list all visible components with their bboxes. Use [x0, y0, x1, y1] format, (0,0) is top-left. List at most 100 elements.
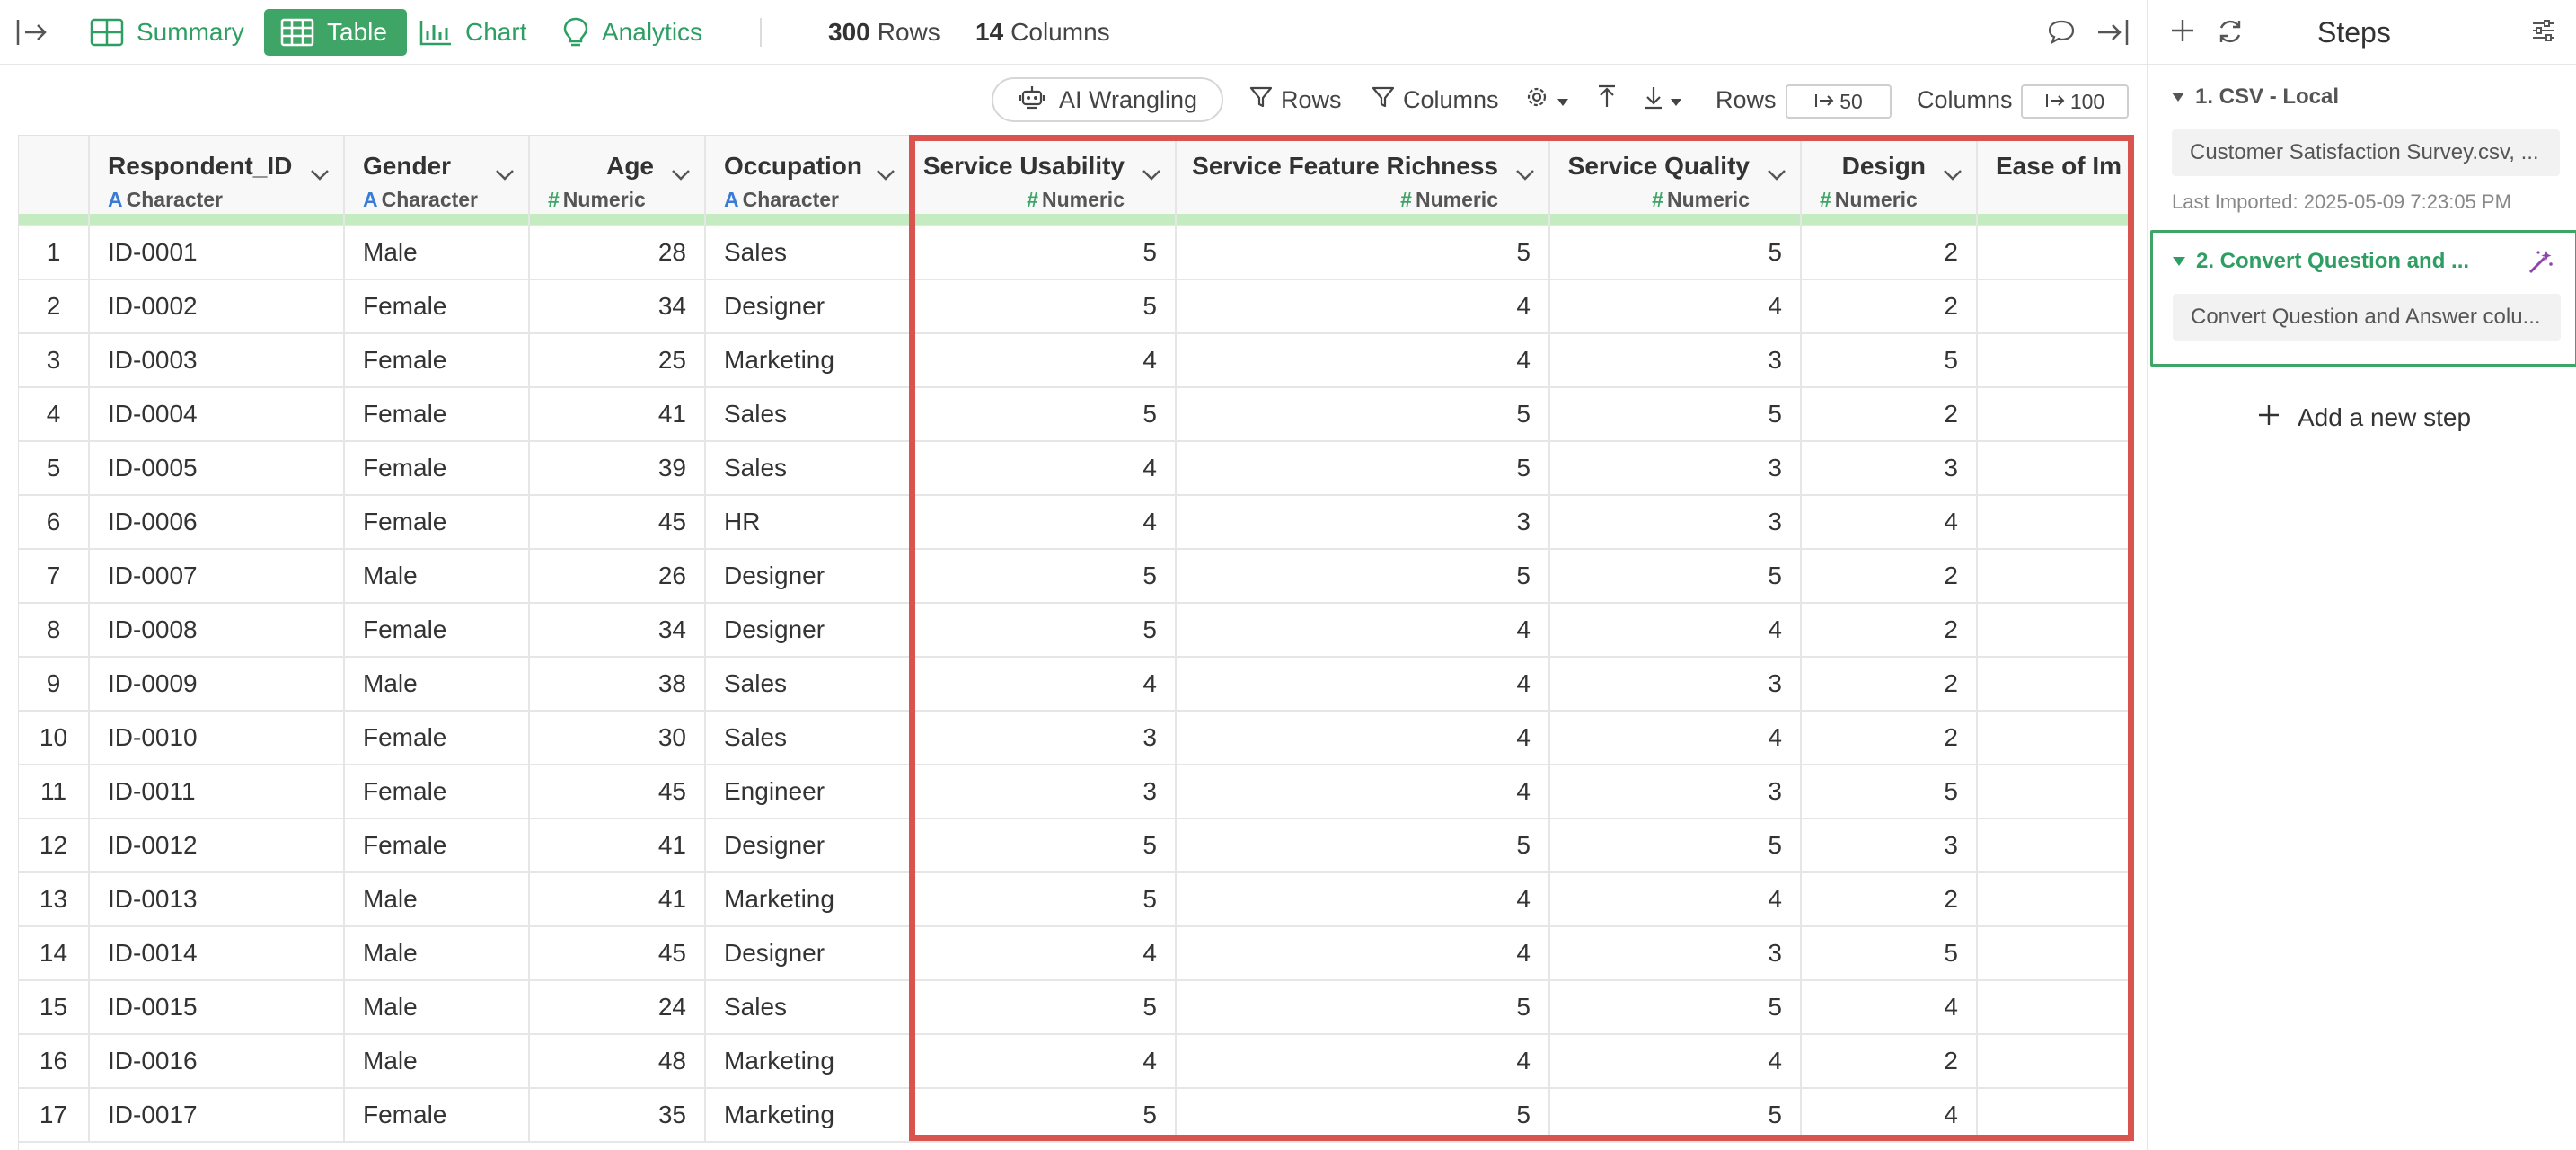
table-cell[interactable]: 2	[1801, 657, 1978, 712]
table-cell[interactable]: 28	[529, 226, 706, 280]
table-cell[interactable]: 45	[529, 765, 706, 819]
step-1-detail[interactable]: Customer Satisfaction Survey.csv, ...	[2172, 129, 2560, 176]
table-cell[interactable]: 4	[1176, 711, 1550, 765]
table-cell[interactable]: 5	[1176, 441, 1550, 496]
table-cell[interactable]: 3	[1549, 441, 1802, 496]
table-cell[interactable]: 3	[910, 765, 1177, 819]
table-cell-empty[interactable]	[1977, 872, 2130, 927]
table-cell[interactable]: 4	[1549, 603, 1802, 658]
table-cell[interactable]: Sales	[705, 657, 911, 712]
column-header-ease-of-im[interactable]: Ease of Im	[1977, 136, 2130, 226]
table-cell[interactable]: 30	[529, 711, 706, 765]
table-cell[interactable]: 34	[529, 279, 706, 334]
table-cell[interactable]: 2	[1801, 387, 1978, 442]
table-cell[interactable]: 5	[910, 549, 1177, 604]
table-cell[interactable]: Engineer	[705, 765, 911, 819]
table-cell[interactable]: ID-0006	[89, 495, 345, 550]
table-cell[interactable]: 5	[1549, 387, 1802, 442]
table-cell[interactable]: 5	[910, 387, 1177, 442]
table-cell[interactable]: 5	[1549, 818, 1802, 873]
collapse-left-icon[interactable]	[14, 0, 50, 65]
table-cell[interactable]: ID-0017	[89, 1088, 345, 1143]
rows-limit-input[interactable]: 50	[1786, 84, 1892, 119]
table-cell[interactable]: 5	[1801, 926, 1978, 981]
table-cell[interactable]: ID-0001	[89, 226, 345, 280]
table-cell[interactable]: Marketing	[705, 1034, 911, 1089]
add-step-button[interactable]: Add a new step	[2256, 395, 2471, 440]
table-row[interactable]: 1 ID-0001 Male 28 Sales 5 5 5 2	[19, 226, 2130, 280]
column-header-age[interactable]: Age # Numeric	[529, 136, 706, 226]
table-row[interactable]: 5 ID-0005 Female 39 Sales 4 5 3 3	[19, 441, 2130, 496]
table-cell[interactable]: 5	[910, 279, 1177, 334]
table-cell[interactable]: 5	[1801, 333, 1978, 388]
table-row[interactable]: 15 ID-0015 Male 24 Sales 5 5 5 4	[19, 980, 2130, 1035]
table-cell[interactable]: 4	[1176, 333, 1550, 388]
table-cell[interactable]: Female	[344, 603, 530, 658]
chevron-down-icon[interactable]	[309, 159, 331, 188]
table-cell[interactable]: 4	[910, 926, 1177, 981]
plus-icon[interactable]	[2168, 16, 2197, 49]
table-cell[interactable]: Designer	[705, 926, 911, 981]
table-cell[interactable]: 5	[1176, 387, 1550, 442]
table-cell[interactable]: Sales	[705, 711, 911, 765]
table-cell[interactable]: 5	[1549, 226, 1802, 280]
table-cell[interactable]: 34	[529, 603, 706, 658]
table-cell[interactable]: 5	[1549, 1088, 1802, 1143]
table-cell[interactable]: 3	[1549, 333, 1802, 388]
table-cell[interactable]: Female	[344, 711, 530, 765]
tab-table[interactable]: Table	[264, 9, 407, 56]
table-cell[interactable]: Female	[344, 495, 530, 550]
columns-limit-input[interactable]: 100	[2021, 84, 2129, 119]
table-cell-empty[interactable]	[1977, 980, 2130, 1035]
table-cell-empty[interactable]	[1977, 441, 2130, 496]
table-cell[interactable]: Marketing	[705, 1088, 911, 1143]
download-button[interactable]	[1642, 77, 1683, 122]
table-cell[interactable]: Marketing	[705, 872, 911, 927]
table-cell[interactable]: 41	[529, 387, 706, 442]
chevron-down-icon[interactable]	[494, 159, 516, 188]
table-cell[interactable]: 5	[910, 980, 1177, 1035]
table-cell[interactable]: ID-0014	[89, 926, 345, 981]
rows-filter-button[interactable]: Rows	[1248, 77, 1342, 122]
tab-summary[interactable]: Summary	[90, 0, 244, 65]
table-row[interactable]: 2 ID-0002 Female 34 Designer 5 4 4 2	[19, 279, 2130, 334]
table-cell[interactable]: 5	[1176, 226, 1550, 280]
table-cell[interactable]: Sales	[705, 980, 911, 1035]
table-row[interactable]: 3 ID-0003 Female 25 Marketing 4 4 3 5	[19, 333, 2130, 388]
table-cell[interactable]: 4	[1176, 657, 1550, 712]
table-cell[interactable]: Male	[344, 657, 530, 712]
table-cell[interactable]: Male	[344, 872, 530, 927]
table-cell[interactable]: Male	[344, 549, 530, 604]
table-cell[interactable]: 4	[910, 1034, 1177, 1089]
table-cell[interactable]: 38	[529, 657, 706, 712]
table-cell-empty[interactable]	[1977, 387, 2130, 442]
table-cell[interactable]: ID-0012	[89, 818, 345, 873]
table-cell[interactable]: ID-0010	[89, 711, 345, 765]
chevron-down-icon[interactable]	[670, 159, 692, 188]
table-cell[interactable]: ID-0002	[89, 279, 345, 334]
table-row[interactable]: 13 ID-0013 Male 41 Marketing 5 4 4 2	[19, 872, 2130, 927]
table-cell[interactable]: 2	[1801, 279, 1978, 334]
table-cell[interactable]: ID-0016	[89, 1034, 345, 1089]
table-cell[interactable]: Male	[344, 1034, 530, 1089]
table-cell[interactable]: ID-0008	[89, 603, 345, 658]
table-cell[interactable]: 4	[910, 441, 1177, 496]
table-cell[interactable]: 4	[1549, 872, 1802, 927]
table-row[interactable]: 9 ID-0009 Male 38 Sales 4 4 3 2	[19, 657, 2130, 712]
table-cell[interactable]: Designer	[705, 549, 911, 604]
table-cell-empty[interactable]	[1977, 333, 2130, 388]
table-row[interactable]: 6 ID-0006 Female 45 HR 4 3 3 4	[19, 495, 2130, 550]
column-header-respondent-id[interactable]: Respondent_ID A Character	[89, 136, 345, 226]
step-2-title[interactable]: 2. Convert Question and ...	[2173, 249, 2469, 274]
table-cell[interactable]: 4	[910, 495, 1177, 550]
table-cell-empty[interactable]	[1977, 226, 2130, 280]
table-cell[interactable]: Designer	[705, 818, 911, 873]
table-row[interactable]: 12 ID-0012 Female 41 Designer 5 5 5 3	[19, 818, 2130, 873]
column-header-service-usability[interactable]: Service Usability # Numeric	[910, 136, 1177, 226]
table-cell[interactable]: ID-0004	[89, 387, 345, 442]
table-cell[interactable]: 5	[1176, 980, 1550, 1035]
table-cell-empty[interactable]	[1977, 1034, 2130, 1089]
table-cell[interactable]: 3	[1549, 657, 1802, 712]
table-cell[interactable]: 4	[1801, 980, 1978, 1035]
table-cell[interactable]: Female	[344, 441, 530, 496]
